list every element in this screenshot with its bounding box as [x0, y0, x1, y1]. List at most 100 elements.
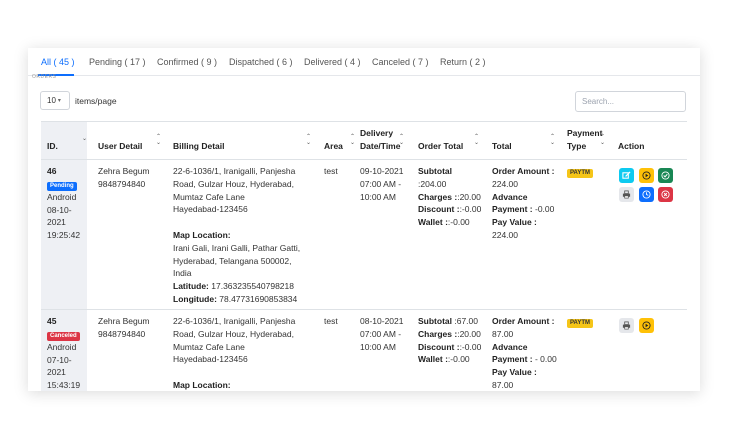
sort-icon[interactable]: ⌃ ⌄ — [474, 134, 479, 146]
tab-return[interactable]: Return ( 2 ) — [440, 57, 486, 67]
tab-delivered[interactable]: Delivered ( 4 ) — [304, 57, 361, 67]
status-badge: Canceled — [47, 331, 80, 341]
print-button[interactable] — [619, 318, 634, 333]
col-id[interactable]: ID. — [47, 140, 58, 152]
sort-icon[interactable]: ⌃ ⌄ — [350, 134, 355, 146]
sort-icon[interactable]: ⌃ ⌄ — [600, 134, 605, 146]
schedule-button[interactable] — [639, 187, 654, 202]
order-platform: Android — [47, 341, 77, 352]
payment-type-badge: PAYTM — [567, 169, 594, 178]
billing-line: 22-6-1036/1, Iranigalli, Panjesha — [173, 166, 296, 176]
user-phone: 9848794840 — [98, 178, 146, 189]
edit-button[interactable] — [619, 168, 634, 183]
col-payment[interactable]: Payment — [567, 127, 602, 139]
charges-value: :20.00 — [457, 328, 481, 339]
col-area[interactable]: Area — [324, 140, 343, 152]
per-page-select[interactable]: 10 ▾ — [40, 91, 70, 110]
longitude-label: Longitude: — [173, 293, 217, 304]
discount-label: Discount : — [418, 341, 460, 352]
col-delivery-sub[interactable]: Date/Time — [360, 140, 400, 152]
subtotal-value: :67.00 — [452, 316, 478, 326]
sort-icon[interactable]: ⌃ ⌄ — [306, 134, 311, 146]
delivery-time: 10:00 AM — [360, 341, 396, 352]
order-id: 45 — [47, 316, 57, 326]
charges-value: :20.00 — [457, 191, 481, 202]
cancel-button[interactable] — [658, 187, 673, 202]
order-time: 15:43:19 — [47, 380, 81, 391]
user-detail-cell: Zehra Begum 9848794840 — [98, 315, 150, 341]
order-total-cell: Subtotal :67.00 Charges ::20.00 Discount… — [418, 315, 481, 366]
map-location-label: Map Location: — [173, 379, 231, 390]
total-cell: Order Amount : 224.00 Advance Payment : … — [492, 165, 555, 242]
edit-icon — [622, 171, 631, 179]
sort-icon[interactable]: ⌃ ⌄ — [550, 134, 555, 146]
process-button[interactable] — [639, 318, 654, 333]
wallet-value: :-0.00 — [447, 217, 470, 228]
charges-label: Charges : — [418, 328, 458, 339]
billing-detail-cell: 22-6-1036/1, Iranigalli, Panjesha Road, … — [173, 315, 295, 391]
map-line: India — [173, 268, 192, 279]
discount-value: :-0.00 — [459, 204, 482, 215]
col-order-total[interactable]: Order Total — [418, 140, 463, 152]
order-amount-label: Order Amount : — [492, 316, 555, 326]
delivery-cell: 08-10-2021 07:00 AM - 10:00 AM — [360, 315, 403, 353]
x-circle-icon — [661, 190, 670, 199]
col-user-detail[interactable]: User Detail — [98, 140, 142, 152]
payment-type-cell: PAYTM — [567, 315, 594, 328]
delivery-time: 10:00 AM — [360, 191, 396, 202]
pay-value: 87.00 — [492, 379, 514, 390]
play-circle-icon — [642, 321, 651, 330]
table-header: ID. ⌄ User Detail ⌃ ⌄ Billing Detail ⌃ ⌄ A… — [41, 122, 687, 160]
latitude-label: Latitude: — [173, 281, 209, 292]
user-detail-cell: Zehra Begum 9848794840 — [98, 165, 150, 191]
advance-value: - 0.00 — [532, 354, 557, 365]
advance-label: Advance — [492, 191, 528, 202]
col-billing-detail[interactable]: Billing Detail — [173, 140, 224, 152]
billing-line: Hayedabad-123456 — [173, 354, 248, 365]
col-delivery[interactable]: Delivery — [360, 127, 393, 139]
print-button[interactable] — [619, 187, 634, 202]
billing-line: Mumtaz Cafe Lane — [173, 341, 245, 352]
play-circle-icon — [642, 171, 651, 180]
orders-table: ID. ⌄ User Detail ⌃ ⌄ Billing Detail ⌃ ⌄ A… — [41, 121, 687, 391]
confirm-button[interactable] — [658, 168, 673, 183]
tab-canceled[interactable]: Canceled ( 7 ) — [372, 57, 429, 67]
advance-label: Payment : — [492, 204, 533, 215]
order-total-cell: Subtotal :204.00 Charges ::20.00 Discoun… — [418, 165, 481, 229]
discount-value: :-0.00 — [459, 341, 482, 352]
payment-type-badge: PAYTM — [567, 319, 594, 328]
tab-confirmed[interactable]: Confirmed ( 9 ) — [157, 57, 217, 67]
discount-label: Discount : — [418, 204, 460, 215]
clock-icon — [642, 190, 651, 199]
advance-value: -0.00 — [532, 204, 555, 215]
tab-all[interactable]: All ( 45 ) — [41, 57, 75, 67]
longitude-value: 78.47731690853834 — [216, 293, 298, 304]
sort-icon[interactable]: ⌃ ⌄ — [156, 134, 161, 146]
col-action: Action — [618, 141, 645, 151]
order-time: 19:25:42 — [47, 230, 81, 241]
subtotal-label: Subtotal — [418, 166, 452, 176]
order-year: 2021 — [47, 367, 66, 378]
billing-line: 22-6-1036/1, Iranigalli, Panjesha — [173, 316, 296, 326]
area-cell: test — [324, 166, 338, 176]
delivery-cell: 09-10-2021 07:00 AM - 10:00 AM — [360, 165, 403, 203]
map-line: Irani Gali, Irani Galli, Pathar Gatti, — [173, 242, 301, 253]
tab-dispatched[interactable]: Dispatched ( 6 ) — [229, 57, 293, 67]
print-icon — [622, 321, 631, 330]
sort-icon[interactable]: ⌃ ⌄ — [399, 134, 404, 146]
pay-value-label: Pay Value : — [492, 217, 537, 228]
billing-line: Mumtaz Cafe Lane — [173, 191, 245, 202]
tab-pending[interactable]: Pending ( 17 ) — [89, 57, 146, 67]
col-total[interactable]: Total — [492, 140, 512, 152]
charges-label: Charges : — [418, 191, 458, 202]
user-name: Zehra Begum — [98, 166, 150, 176]
sort-desc-icon[interactable]: ⌄ — [82, 136, 87, 142]
order-amount-label: Order Amount : — [492, 166, 555, 176]
col-payment-sub[interactable]: Type — [567, 140, 586, 152]
billing-detail-cell: 22-6-1036/1, Iranigalli, Panjesha Road, … — [173, 165, 300, 306]
table-row: 46 Pending Android 08-10- 2021 19:25:42 … — [41, 160, 687, 310]
pay-value-label: Pay Value : — [492, 367, 537, 378]
process-button[interactable] — [639, 168, 654, 183]
search-input[interactable] — [575, 91, 686, 112]
map-line: Hyderabad, Telangana 500002, — [173, 255, 292, 266]
